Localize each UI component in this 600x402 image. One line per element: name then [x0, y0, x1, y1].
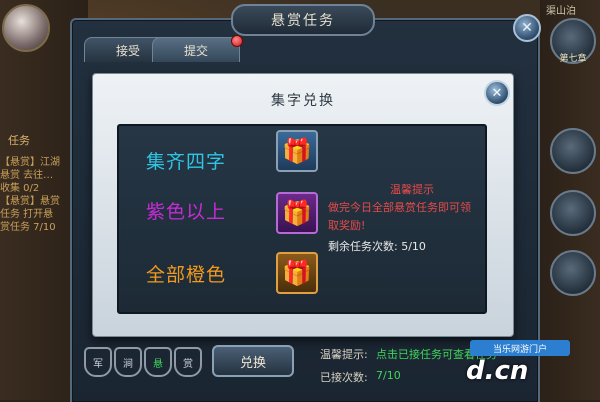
quest-tracker-text[interactable]: 【悬赏】江湖悬赏 去往…收集 0/2 【悬赏】悬赏任务 打开悬赏任务 7/10 — [0, 156, 60, 234]
watermark-badge: 当乐网游门户 — [470, 340, 570, 356]
exchange-button[interactable]: 兑换 — [212, 345, 294, 377]
accepted-count-value: 7/10 — [376, 369, 401, 382]
window-close-icon[interactable]: ✕ — [513, 14, 541, 42]
notification-dot-icon — [231, 35, 243, 47]
swirl-icon[interactable] — [550, 250, 596, 296]
remaining-tasks: 剩余任务次数: 5/10 — [328, 240, 426, 253]
sword-icon[interactable] — [550, 190, 596, 236]
shield-icon[interactable]: 赏 — [174, 347, 202, 377]
accepted-count-label: 已接次数: — [320, 371, 368, 384]
dialog-title: 集字兑换 — [271, 93, 335, 109]
tab-submit[interactable]: 提交 — [152, 35, 243, 62]
player-avatar[interactable] — [2, 4, 50, 52]
shield-icon[interactable]: 悬 — [144, 347, 172, 377]
window-title-plate: 悬赏任务 — [231, 4, 375, 36]
window-title: 悬赏任务 — [271, 13, 335, 29]
task-tab-label[interactable]: 任务 — [8, 132, 30, 148]
shield-icon[interactable]: 涧 — [114, 347, 142, 377]
shield-icon[interactable]: 军 — [84, 347, 112, 377]
purple-gift-icon[interactable]: 🎁 — [276, 192, 318, 234]
orange-gift-icon[interactable]: 🎁 — [276, 252, 318, 294]
location-label: 渠山泊 — [546, 6, 576, 17]
watermark-text: d.cn — [466, 356, 529, 386]
tip-label: 温馨提示: — [320, 348, 368, 361]
tree-icon[interactable] — [550, 128, 596, 174]
hint-body: 做完今日全部悬赏任务即可领取奖励! — [328, 201, 471, 232]
reward-row-label-four: 集齐四字 — [146, 151, 227, 173]
hint-title: 温馨提示 — [390, 183, 434, 196]
chapter-label: 第七章 — [559, 54, 587, 64]
tab-submit-label: 提交 — [183, 43, 208, 58]
dialog-close-icon[interactable]: ✕ — [484, 80, 510, 106]
reward-row-label-purple: 紫色以上 — [146, 201, 227, 223]
tab-accept-label: 接受 — [115, 43, 140, 58]
blue-gift-icon[interactable]: 🎁 — [276, 130, 318, 172]
reward-row-label-orange: 全部橙色 — [146, 264, 227, 286]
character-icon[interactable]: 第七章 — [550, 18, 596, 64]
